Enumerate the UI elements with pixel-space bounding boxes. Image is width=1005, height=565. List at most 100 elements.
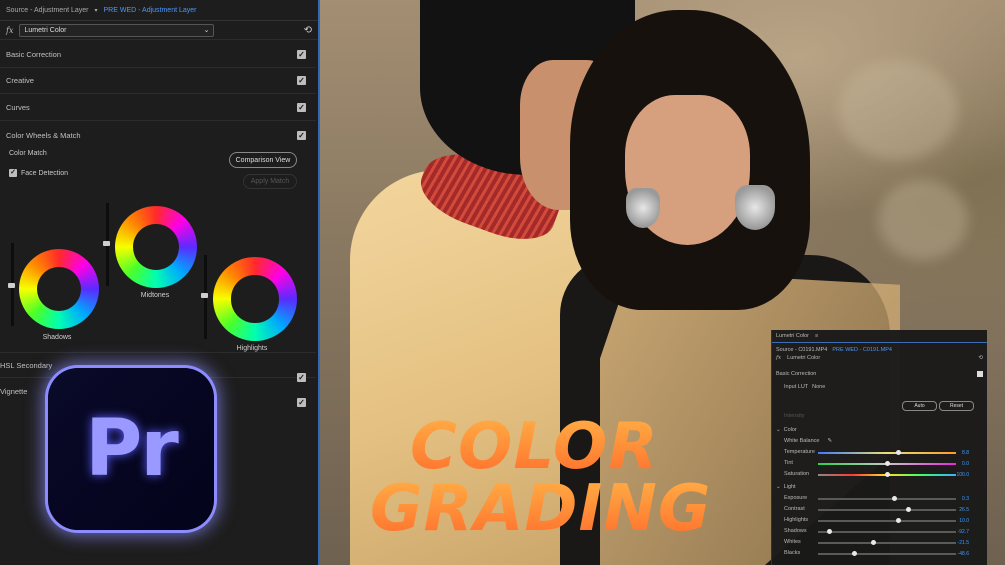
slider-knob[interactable] bbox=[8, 283, 15, 288]
shadows-slider[interactable] bbox=[8, 243, 15, 326]
section-curves[interactable]: Curves ✓ bbox=[0, 95, 316, 121]
headline-line-2: GRADING bbox=[370, 472, 712, 546]
section-label: Creative bbox=[6, 76, 34, 85]
white-balance-row: White Balance ✎ bbox=[784, 438, 983, 444]
source-row: Source - C0191.MP4 PRE WED - C0191.MP4 bbox=[776, 347, 983, 353]
slider-knob[interactable] bbox=[891, 496, 897, 501]
slider-value[interactable]: 8.8 bbox=[962, 450, 969, 456]
slider-label: Tint bbox=[784, 460, 793, 466]
slider-track[interactable] bbox=[818, 518, 956, 523]
input-lut-row: Input LUT None bbox=[784, 384, 983, 390]
shadows-color-wheel[interactable] bbox=[19, 249, 99, 329]
section-label: Vignette bbox=[0, 386, 28, 396]
slider-value[interactable]: -48.6 bbox=[958, 551, 969, 557]
slider-knob[interactable] bbox=[827, 529, 833, 534]
source-label[interactable]: Source - Adjustment Layer bbox=[6, 7, 89, 14]
premiere-pro-logo: Pr bbox=[48, 368, 214, 530]
earring-right bbox=[735, 185, 775, 230]
section-basic-correction[interactable]: Basic Correction ✓ bbox=[0, 42, 316, 68]
auto-button[interactable]: Auto bbox=[902, 401, 937, 411]
section-creative[interactable]: Creative ✓ bbox=[0, 68, 316, 94]
earring-left bbox=[626, 188, 660, 228]
slider-value[interactable]: 0.0 bbox=[962, 461, 969, 467]
section-color-wheels-match[interactable]: Color Wheels & Match ✓ bbox=[0, 122, 316, 148]
sequence-label[interactable]: PRE WED - Adjustment Layer bbox=[104, 7, 197, 14]
checkbox-checked-icon[interactable]: ✓ bbox=[297, 130, 306, 140]
slider-label: Whites bbox=[784, 539, 801, 545]
light-section-row[interactable]: ⌄ Light bbox=[776, 484, 983, 490]
slider-knob[interactable] bbox=[905, 507, 911, 512]
slider-knob[interactable] bbox=[896, 450, 902, 455]
slider-knob[interactable] bbox=[885, 461, 890, 466]
section-label: Basic Correction bbox=[6, 50, 62, 59]
lumetri-panel-right: Lumetri Color ≡ Source - C0191.MP4 PRE W… bbox=[771, 330, 987, 565]
menu-icon[interactable]: ≡ bbox=[815, 333, 818, 339]
basic-correction-row[interactable]: Basic Correction bbox=[776, 371, 983, 377]
checkbox-checked-icon[interactable]: ✓ bbox=[297, 76, 306, 85]
midtones-slider[interactable] bbox=[103, 203, 110, 286]
slider-label: Blacks bbox=[784, 550, 801, 556]
slider-label: Highlights bbox=[784, 517, 809, 523]
slider-value[interactable]: -21.5 bbox=[958, 540, 969, 546]
slider-value[interactable]: -92.7 bbox=[958, 529, 969, 535]
effect-select-value: Lumetri Color bbox=[24, 26, 67, 34]
source-label[interactable]: Source - C0191.MP4 bbox=[776, 347, 827, 353]
slider-value[interactable]: 100.0 bbox=[956, 472, 969, 478]
comparison-view-button[interactable]: Comparison View bbox=[229, 152, 297, 168]
slider-track[interactable] bbox=[818, 461, 956, 466]
slider-track[interactable] bbox=[818, 529, 956, 534]
color-section-row[interactable]: ⌄ Color bbox=[776, 427, 983, 433]
section-label: HSL Secondary bbox=[0, 360, 53, 370]
highlights-label: Highlights bbox=[236, 345, 268, 352]
white-balance-label: White Balance bbox=[784, 438, 820, 444]
highlights-color-wheel[interactable] bbox=[213, 257, 297, 341]
bokeh-spot bbox=[878, 180, 968, 260]
midtones-label: Midtones bbox=[140, 292, 170, 299]
slider-value[interactable]: 26.5 bbox=[959, 507, 969, 513]
effect-row: fx Lumetri Color ⌄ ⟲ bbox=[0, 21, 318, 40]
slider-track[interactable] bbox=[818, 450, 956, 455]
sequence-label[interactable]: PRE WED - C0191.MP4 bbox=[832, 347, 892, 353]
slider-knob[interactable] bbox=[103, 241, 110, 246]
reset-icon[interactable]: ⟲ bbox=[304, 25, 312, 36]
checkbox-checked-icon[interactable]: ✓ bbox=[297, 398, 306, 407]
eyedropper-icon[interactable]: ✎ bbox=[827, 438, 832, 444]
slider-label: Contrast bbox=[784, 506, 805, 512]
slider-knob[interactable] bbox=[201, 293, 208, 298]
midtones-color-wheel[interactable] bbox=[115, 206, 197, 288]
input-lut-label: Input LUT bbox=[784, 384, 809, 390]
slider-track[interactable] bbox=[818, 551, 956, 556]
section-label: Curves bbox=[6, 103, 30, 112]
slider-track[interactable] bbox=[818, 496, 956, 501]
bokeh-spot bbox=[838, 60, 958, 160]
highlights-slider[interactable] bbox=[201, 255, 208, 339]
slider-track[interactable] bbox=[818, 540, 956, 545]
checkbox-checked-icon[interactable]: ✓ bbox=[9, 169, 17, 177]
slider-track[interactable] bbox=[818, 472, 956, 477]
slider-knob[interactable] bbox=[885, 472, 890, 477]
apply-match-button[interactable]: Apply Match bbox=[243, 174, 297, 189]
input-lut-value[interactable]: None bbox=[812, 384, 825, 390]
color-section-label: Color bbox=[783, 427, 797, 433]
slider-label: Exposure bbox=[784, 495, 808, 501]
slider-value[interactable]: 10.0 bbox=[959, 518, 969, 524]
chevron-down-icon[interactable]: ▾ bbox=[95, 7, 98, 14]
logo-text: Pr bbox=[85, 404, 179, 494]
slider-knob[interactable] bbox=[851, 551, 857, 556]
effect-name[interactable]: Lumetri Color bbox=[787, 355, 820, 361]
slider-value[interactable]: 0.3 bbox=[962, 496, 969, 502]
slider-track[interactable] bbox=[818, 507, 956, 512]
checkbox-checked-icon[interactable]: ✓ bbox=[297, 103, 306, 112]
light-section-label: Light bbox=[783, 484, 796, 490]
slider-knob[interactable] bbox=[896, 518, 902, 523]
checkbox-checked-icon[interactable]: ✓ bbox=[297, 50, 306, 59]
chevron-down-icon: ⌄ bbox=[776, 427, 781, 433]
reset-icon[interactable]: ⟲ bbox=[978, 355, 983, 361]
panel-header: Source - Adjustment Layer ▾ PRE WED - Ad… bbox=[0, 0, 318, 21]
effect-row: fx Lumetri Color ⟲ bbox=[776, 355, 983, 361]
effect-select[interactable]: Lumetri Color ⌄ bbox=[19, 23, 215, 37]
checkbox-checked-icon[interactable] bbox=[977, 371, 983, 377]
reset-button[interactable]: Reset bbox=[939, 401, 974, 411]
intensity-row: Intensity bbox=[784, 413, 983, 419]
face-detection-label: Face Detection bbox=[21, 169, 69, 177]
